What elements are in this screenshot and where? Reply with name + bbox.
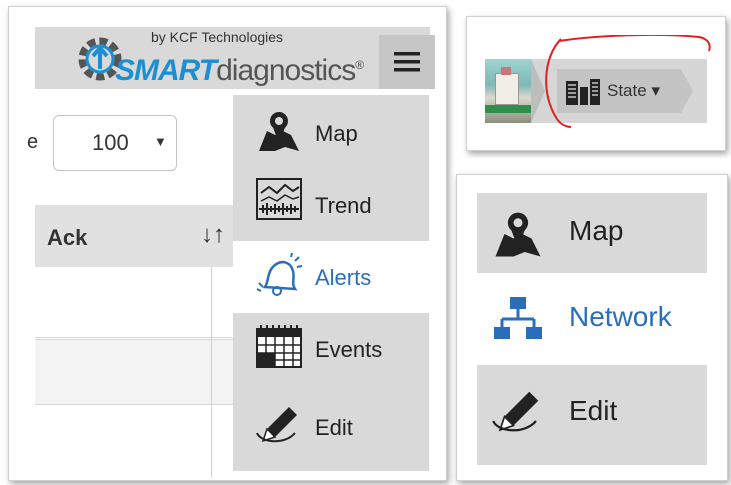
registered-mark: ® (355, 58, 364, 72)
thumbnail-building (495, 73, 519, 105)
red-annotation-mark (545, 35, 711, 128)
menu-item-trend-label: Trend (315, 193, 372, 218)
side-menu: Map Trend Alerts Events Edit (233, 91, 429, 473)
pencil-icon (256, 407, 297, 443)
alt-menu-item-edit[interactable]: Edit (477, 365, 707, 465)
menu-item-events-label: Events (315, 337, 383, 362)
network-icon (494, 297, 542, 339)
ack-column-label: Ack (47, 225, 88, 250)
bell-icon (256, 253, 303, 296)
table-row-divider (35, 337, 233, 338)
header-bar: by KCF Technologies SMARTdiagnostics® (35, 27, 435, 89)
alt-menu-screenshot-panel: Map Network Edit (456, 174, 728, 481)
hamburger-icon (394, 52, 420, 72)
alt-menu-item-edit-label: Edit (569, 395, 618, 426)
menu-item-edit-label: Edit (315, 415, 353, 440)
alt-menu-item-network[interactable]: Network (477, 279, 707, 361)
breadcrumb-screenshot-panel: State ▾ (466, 16, 726, 151)
column-divider (211, 267, 212, 477)
pencil-icon (492, 391, 539, 432)
menu-item-edit[interactable]: Edit (233, 385, 429, 471)
caret-down-icon: ▼ (154, 134, 167, 149)
table-row[interactable] (35, 339, 233, 405)
brand-name: SMARTdiagnostics® (115, 49, 364, 87)
hamburger-menu-button[interactable] (379, 35, 435, 89)
page-size-value: 100 (92, 130, 129, 155)
location-thumbnail[interactable] (485, 59, 531, 123)
alt-menu-item-map-label: Map (569, 215, 624, 246)
sort-icon[interactable]: ↓↑ (201, 221, 225, 249)
thumbnail-roof (501, 67, 511, 75)
left-screenshot-panel: by KCF Technologies SMARTdiagnostics® e … (8, 6, 447, 481)
thumbnail-grass (485, 105, 531, 113)
menu-item-alerts[interactable]: Alerts (233, 241, 429, 313)
map-icon (259, 112, 299, 151)
menu-item-events[interactable]: Events (233, 313, 429, 385)
alt-menu-item-network-label: Network (569, 301, 672, 332)
menu-item-map[interactable]: Map (233, 95, 429, 169)
ack-column-header[interactable]: Ack ↓↑ (35, 205, 233, 267)
menu-item-alerts-label: Alerts (315, 265, 372, 290)
menu-item-trend[interactable]: Trend (233, 169, 429, 241)
page-size-prefix: e (27, 131, 39, 153)
map-icon (495, 212, 541, 257)
alt-menu-item-map[interactable]: Map (477, 193, 707, 273)
brand-name-rest: diagnostics (216, 54, 356, 87)
page-size-select[interactable]: 100 ▼ (53, 115, 177, 171)
brand-name-smart: SMART (115, 54, 217, 87)
calendar-icon (256, 325, 302, 368)
brand-by-line: by KCF Technologies (151, 29, 284, 45)
trend-icon (256, 178, 302, 220)
menu-item-map-label: Map (315, 121, 358, 146)
